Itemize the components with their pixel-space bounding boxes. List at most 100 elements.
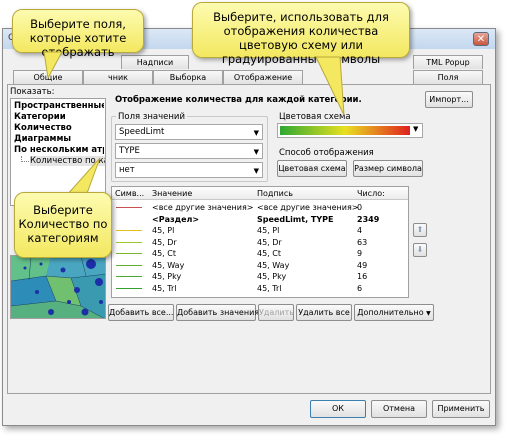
cell-label: SpeedLimt, TYPE — [257, 214, 334, 224]
chevron-down-icon: ▼ — [413, 125, 419, 133]
tab-label: TML Popup — [426, 58, 470, 67]
show-label: Показать: — [10, 87, 55, 97]
symbol-swatch[interactable] — [116, 207, 142, 208]
symbol-size-button[interactable]: Размер символа — [353, 160, 423, 177]
callout-fields-pointer — [43, 51, 63, 80]
grid-header: Симв... Значение Подпись Число: — [112, 187, 408, 200]
color-scheme-combo[interactable]: ▼ — [277, 123, 423, 138]
callout-scheme-pointer — [315, 56, 345, 116]
cell-count: 63 — [357, 237, 368, 247]
cell-count: 2349 — [357, 214, 380, 224]
move-up-button[interactable]: ⬆ — [413, 223, 427, 237]
advanced-button[interactable]: Дополнительно ▼ — [354, 304, 434, 321]
tree-item-charts[interactable]: Диаграммы — [14, 134, 104, 144]
table-row[interactable]: 45, Way 45, Way 49 — [112, 260, 408, 271]
grid-body: <все другие значения> <все другие значени… — [112, 202, 408, 297]
symbol-swatch[interactable] — [116, 276, 142, 277]
table-row[interactable]: 45, Trl 45, Trl 6 — [112, 283, 408, 294]
tab-selection[interactable]: Выборка — [153, 70, 223, 84]
symbol-swatch[interactable] — [116, 287, 142, 289]
tree-item-multiple-attributes[interactable]: По нескольким атри — [14, 145, 104, 155]
table-row[interactable]: <все другие значения> <все другие значени… — [112, 202, 408, 213]
cell-count: 9 — [357, 249, 363, 258]
cell-count: 16 — [357, 272, 368, 281]
cell-value: 45, Pky — [152, 272, 182, 281]
symbol-swatch[interactable] — [116, 241, 142, 243]
cell-count: 0 — [357, 203, 363, 212]
add-all-button[interactable]: Добавить все... — [108, 304, 174, 321]
move-down-button[interactable]: ⬇ — [413, 243, 427, 257]
tab-labels[interactable]: Надписи — [121, 55, 189, 69]
tab-source[interactable]: чник — [83, 70, 153, 84]
ok-button[interactable]: ОК — [310, 400, 366, 418]
cell-label: 45, Pky — [257, 272, 287, 281]
chevron-down-icon: ▼ — [253, 167, 259, 175]
header-symbol[interactable]: Симв... — [115, 187, 144, 200]
cell-value: 45, Trl — [152, 283, 177, 293]
table-row[interactable]: <Раздел> SpeedLimt, TYPE 2349 — [112, 214, 408, 225]
symbol-swatch[interactable] — [116, 230, 142, 231]
cell-count: 49 — [357, 260, 368, 270]
preview-map-graphic — [11, 256, 105, 318]
callout-fields: Выберите поля, которые хотите отображать — [12, 9, 144, 59]
chevron-down-icon: ▼ — [426, 310, 431, 317]
table-row[interactable]: 45, Pl 45, Pl 4 — [112, 225, 408, 236]
combo-value: SpeedLimt — [119, 127, 165, 137]
symbol-swatch[interactable] — [116, 253, 142, 254]
table-row[interactable]: 45, Pky 45, Pky 16 — [112, 271, 408, 282]
display-method-label: Способ отображения — [279, 148, 374, 158]
cell-value: 45, Dr — [152, 237, 177, 247]
tree-item-quantities[interactable]: Количество — [14, 123, 104, 133]
callout-text: Выберите Количество по категориям — [18, 203, 108, 245]
header-count[interactable]: Число: — [357, 187, 385, 200]
cell-value: <Раздел> — [152, 214, 200, 224]
table-row[interactable]: 45, Dr 45, Dr 63 — [112, 237, 408, 248]
remove-all-button[interactable]: Удалить все — [296, 304, 352, 321]
cell-label: <все другие значения> — [257, 203, 359, 212]
values-grid[interactable]: Симв... Значение Подпись Число: <все дру… — [111, 186, 409, 298]
table-row[interactable]: 45, Ct 45, Ct 9 — [112, 248, 408, 259]
header-value[interactable]: Значение — [152, 187, 192, 200]
callout-category: Выберите Количество по категориям — [14, 192, 112, 258]
value-field-combo-2[interactable]: TYPE ▼ — [115, 143, 263, 159]
tab-label: Поля — [437, 73, 459, 82]
preview-map-image — [10, 255, 106, 319]
tab-fields[interactable]: Поля — [413, 70, 483, 84]
import-button[interactable]: Импорт... — [425, 91, 473, 108]
value-field-combo-3[interactable]: нет ▼ — [115, 162, 263, 178]
cell-label: 45, Pl — [257, 226, 280, 235]
tree-item-features[interactable]: Пространственные с — [14, 101, 104, 111]
cancel-button[interactable]: Отмена — [371, 400, 427, 418]
tab-html-popup[interactable]: TML Popup — [413, 55, 483, 69]
tree-connector — [21, 156, 29, 162]
value-field-combo-1[interactable]: SpeedLimt ▼ — [115, 124, 263, 140]
apply-button[interactable]: Применить — [432, 400, 490, 418]
value-fields-label: Поля значений — [116, 112, 187, 122]
cell-label: 45, Trl — [257, 283, 282, 293]
chevron-down-icon: ▼ — [253, 129, 259, 137]
cell-label: 45, Way — [257, 260, 290, 270]
tab-display[interactable]: Отображение — [223, 70, 303, 84]
window-close-button[interactable]: ✕ — [473, 32, 489, 46]
header-label[interactable]: Подпись — [257, 187, 293, 200]
cell-count: 6 — [357, 283, 363, 293]
cell-label: 45, Dr — [257, 237, 282, 247]
color-scheme-button[interactable]: Цветовая схема — [277, 160, 347, 177]
callout-scheme: Выберите, использовать для отображения к… — [192, 2, 410, 66]
symbol-swatch[interactable] — [116, 264, 142, 266]
cell-value: <все другие значения> — [152, 203, 254, 212]
tab-label: чник — [108, 73, 128, 82]
tab-label: Надписи — [136, 58, 174, 67]
remove-button[interactable]: Удалить — [258, 304, 294, 321]
cell-count: 4 — [357, 226, 363, 235]
cell-label: 45, Ct — [257, 249, 281, 258]
advanced-label: Дополнительно — [357, 308, 424, 317]
combo-value: TYPE — [119, 146, 140, 156]
add-values-button[interactable]: Добавить значения — [176, 304, 259, 321]
combo-value: нет — [119, 165, 135, 175]
chevron-down-icon: ▼ — [253, 148, 259, 156]
tree-item-categories[interactable]: Категории — [14, 112, 104, 122]
tab-label: Отображение — [233, 73, 293, 82]
cell-value: 45, Pl — [152, 226, 175, 235]
color-ramp — [280, 126, 410, 135]
